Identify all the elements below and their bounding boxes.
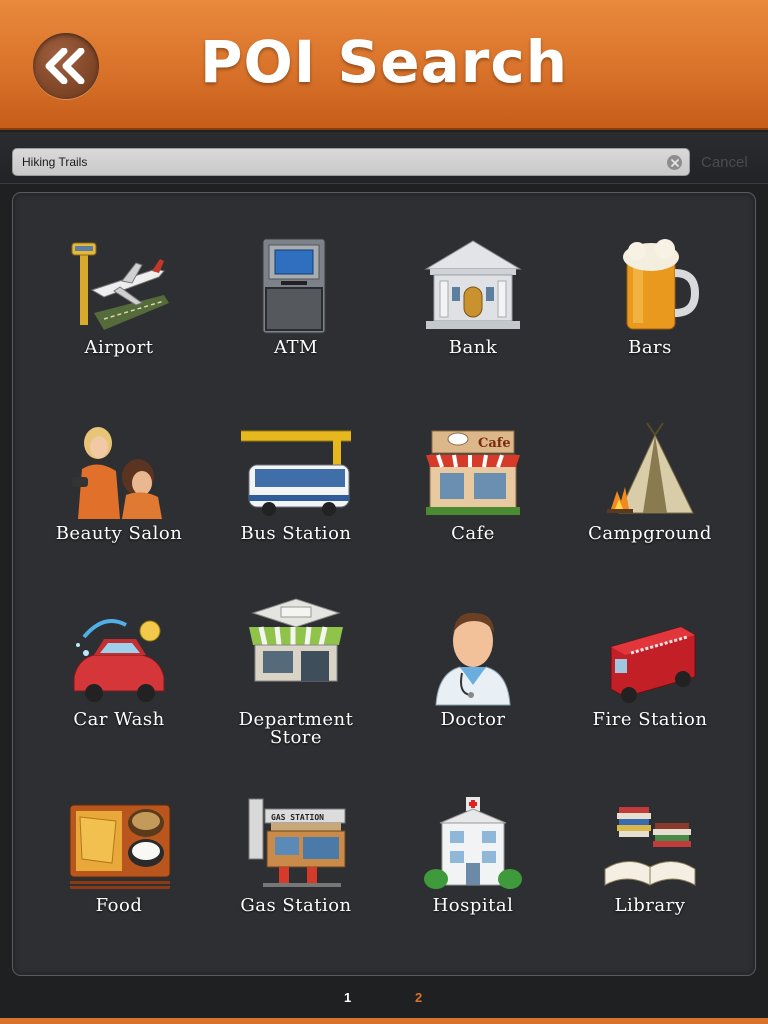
airport-icon bbox=[71, 242, 169, 330]
bank-icon bbox=[424, 240, 522, 329]
category-label: Airport bbox=[84, 337, 154, 358]
search-input-value[interactable]: Hiking Trails bbox=[22, 155, 87, 169]
category-label: Car Wash bbox=[73, 709, 165, 730]
category-label: Gas Station bbox=[240, 895, 352, 916]
category-cafe[interactable]: Cafe Cafe bbox=[380, 379, 566, 565]
category-library[interactable]: Library bbox=[557, 751, 743, 937]
search-input[interactable]: Hiking Trails bbox=[12, 148, 690, 176]
category-beauty-salon[interactable]: Beauty Salon bbox=[26, 379, 212, 565]
category-doctor[interactable]: Doctor bbox=[380, 565, 566, 751]
category-food[interactable]: Food bbox=[26, 751, 212, 937]
category-label: Hospital bbox=[432, 895, 514, 916]
atm-icon bbox=[262, 238, 326, 334]
hospital-icon bbox=[424, 797, 522, 889]
svg-text:GAS STATION: GAS STATION bbox=[271, 813, 324, 822]
category-label: Library bbox=[614, 895, 686, 916]
category-atm[interactable]: ATM bbox=[203, 193, 389, 379]
category-label: Bus Station bbox=[240, 523, 352, 544]
category-label: Campground bbox=[588, 523, 712, 544]
page-2[interactable]: 2 bbox=[415, 990, 422, 1005]
page-1[interactable]: 1 bbox=[344, 990, 351, 1005]
category-gas-station[interactable]: GAS STATION Gas Station bbox=[203, 751, 389, 937]
svg-text:Cafe: Cafe bbox=[478, 436, 511, 451]
category-fire-station[interactable]: Fire Station bbox=[557, 565, 743, 751]
category-label: Doctor bbox=[440, 709, 506, 730]
beauty-salon-icon bbox=[72, 427, 162, 519]
cafe-icon: Cafe bbox=[426, 430, 520, 515]
category-bus-station[interactable]: Bus Station bbox=[203, 379, 389, 565]
category-grid: Airport ATM Bank Bars Beauty Salon Bus S… bbox=[12, 192, 756, 976]
header-bar: POI Search bbox=[0, 0, 768, 130]
fire-truck-icon bbox=[610, 626, 696, 703]
category-airport[interactable]: Airport bbox=[26, 193, 212, 379]
category-campground[interactable]: Campground bbox=[557, 379, 743, 565]
category-department-store[interactable]: Department Store bbox=[203, 565, 389, 751]
category-bank[interactable]: Bank bbox=[380, 193, 566, 379]
doctor-icon bbox=[435, 612, 511, 706]
footer-bar bbox=[0, 1018, 768, 1024]
cancel-button[interactable]: Cancel bbox=[701, 154, 748, 171]
category-label: ATM bbox=[274, 337, 318, 358]
gas-station-icon: GAS STATION bbox=[248, 798, 346, 887]
tent-icon bbox=[607, 422, 694, 514]
category-hospital[interactable]: Hospital bbox=[380, 751, 566, 937]
clear-button[interactable] bbox=[667, 155, 682, 170]
category-label: Bank bbox=[448, 337, 498, 358]
store-icon bbox=[249, 598, 343, 682]
category-label: Cafe bbox=[451, 523, 495, 544]
pagination: 1 2 bbox=[0, 990, 768, 1008]
category-car-wash[interactable]: Car Wash bbox=[26, 565, 212, 751]
bus-icon bbox=[241, 430, 351, 516]
food-tray-icon bbox=[69, 804, 171, 889]
car-wash-icon bbox=[73, 619, 165, 702]
category-bars[interactable]: Bars bbox=[557, 193, 743, 379]
category-label: Bars bbox=[628, 337, 672, 358]
category-label: Beauty Salon bbox=[55, 523, 183, 544]
category-label: Food bbox=[95, 895, 143, 916]
search-bar: Hiking Trails Cancel bbox=[0, 132, 768, 184]
category-label: Department Store bbox=[238, 709, 354, 748]
page-title: POI Search bbox=[199, 28, 569, 96]
beer-mug-icon bbox=[623, 239, 700, 330]
category-label: Fire Station bbox=[592, 709, 708, 730]
books-icon bbox=[604, 807, 696, 886]
clear-x-icon bbox=[670, 158, 679, 167]
